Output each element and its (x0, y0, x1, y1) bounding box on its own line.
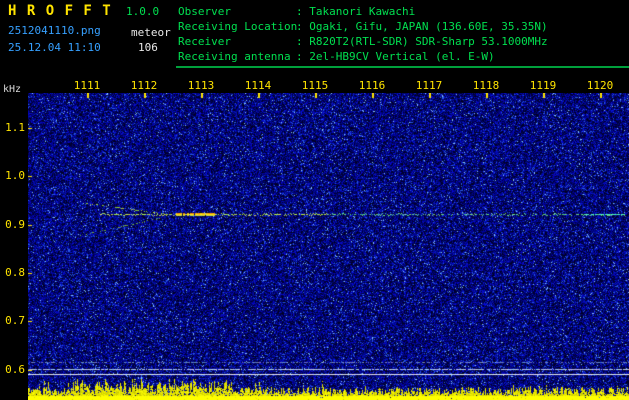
x-axis-label: 1115 (301, 79, 329, 92)
app-title: H R O F F T (8, 3, 112, 19)
info-label: Receiver (178, 35, 231, 48)
x-axis-label: 1116 (358, 79, 386, 92)
echo-count: 106 (138, 41, 158, 54)
info-value: : 2el-HB9CV Vertical (el. E-W) (296, 50, 495, 63)
y-axis-label: 0.9 (5, 218, 25, 231)
info-row: Receiving Location: Ogaki, Gifu, JAPAN (… (178, 19, 548, 34)
y-axis-label: 1.1 (5, 121, 25, 134)
info-label: Observer (178, 5, 231, 18)
info-value: : R820T2(RTL-SDR) SDR-Sharp 53.1000MHz (296, 35, 548, 48)
hrofft-window: H R O F F T 1.0.0 2512041110.png meteor … (0, 0, 629, 400)
info-value: : Takanori Kawachi (296, 5, 416, 18)
info-label: Receiving antenna (178, 50, 291, 63)
info-row: Receiver : R820T2(RTL-SDR) SDR-Sharp 53.1… (178, 34, 548, 49)
info-row: Receiving antenna : 2el-HB9CV Vertical (e… (178, 49, 548, 64)
y-axis-label: 0.7 (5, 314, 25, 327)
y-axis-label: 1.0 (5, 169, 25, 182)
x-axis-label: 1112 (130, 79, 158, 92)
info-row: Observer : Takanori Kawachi (178, 4, 548, 19)
mode-label: meteor (131, 26, 171, 39)
station-info: Observer: Takanori Kawachi Receiving Loca… (178, 4, 548, 64)
y-axis-label: 0.8 (5, 266, 25, 279)
output-filename: 2512041110.png (8, 24, 101, 37)
x-axis-label: 1120 (586, 79, 614, 92)
x-axis-label: 1119 (529, 79, 557, 92)
info-label: Receiving Location (178, 20, 298, 33)
x-axis-label: 1118 (472, 79, 500, 92)
y-axis-unit: kHz (3, 84, 22, 95)
x-axis-label: 1114 (244, 79, 272, 92)
info-value: : Ogaki, Gifu, JAPAN (136.60E, 35.35N) (296, 20, 548, 33)
y-axis-label: 0.6 (5, 363, 25, 376)
header-underline (176, 66, 629, 68)
datetime-label: 25.12.04 11:10 (8, 41, 101, 54)
app-version: 1.0.0 (126, 5, 160, 18)
spectrogram-canvas (28, 93, 629, 400)
x-axis-label: 1117 (415, 79, 443, 92)
x-axis-label: 1111 (73, 79, 101, 92)
x-axis-label: 1113 (187, 79, 215, 92)
